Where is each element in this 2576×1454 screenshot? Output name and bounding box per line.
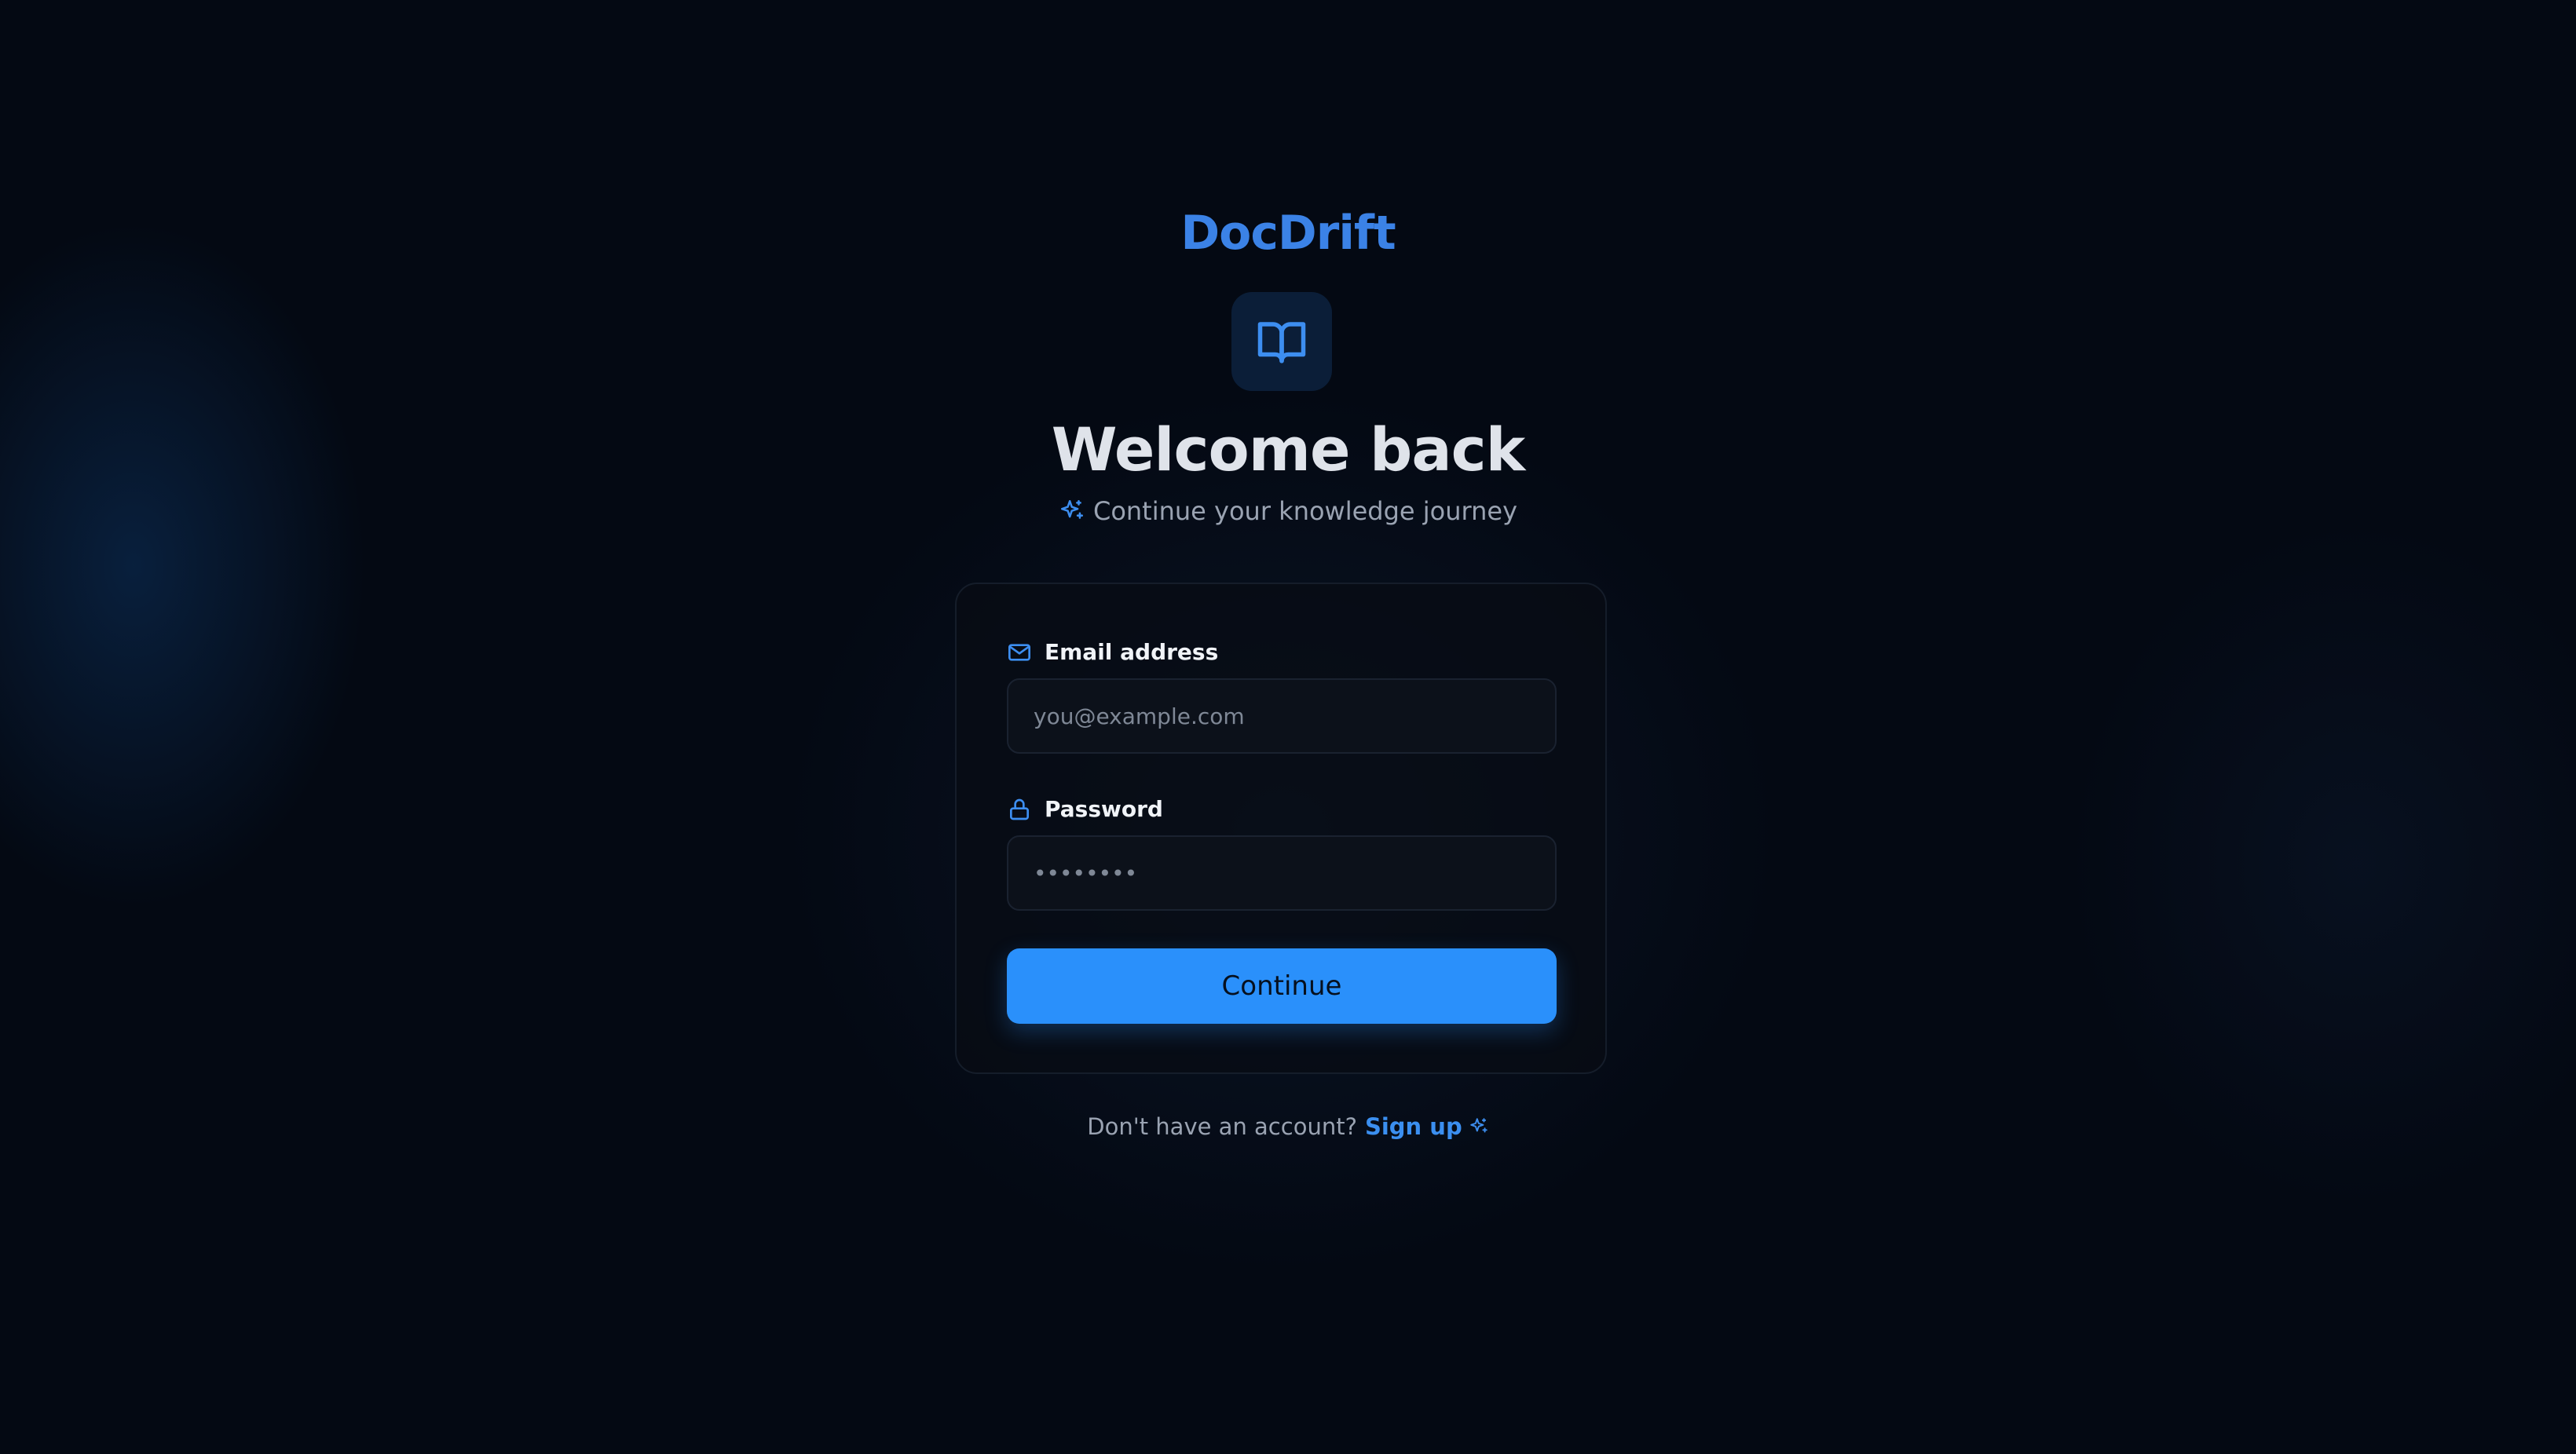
login-card: Email address Password Continue xyxy=(955,583,1607,1074)
signup-prompt-text: Don't have an account? xyxy=(1087,1113,1357,1140)
email-input[interactable] xyxy=(1007,678,1557,754)
email-label-text: Email address xyxy=(1045,639,1219,665)
brand-name: DocDrift xyxy=(1180,206,1396,261)
logo-tile xyxy=(1231,292,1332,391)
signup-link[interactable]: Sign up xyxy=(1365,1113,1489,1140)
password-label-text: Password xyxy=(1045,796,1163,822)
page-title: Welcome back xyxy=(1051,415,1525,484)
page-subtitle: Continue your knowledge journey xyxy=(0,496,2576,526)
password-input[interactable] xyxy=(1007,835,1557,911)
continue-button[interactable]: Continue xyxy=(1007,948,1557,1024)
sparkles-icon xyxy=(1469,1118,1487,1133)
sparkles-icon xyxy=(1060,499,1083,519)
login-page: DocDrift Welcome back Continue your know… xyxy=(0,0,2576,1454)
mail-icon xyxy=(1008,643,1030,661)
signup-prompt: Don't have an account? Sign up xyxy=(0,1113,2576,1140)
lock-icon xyxy=(1010,798,1029,820)
subtitle-text: Continue your knowledge journey xyxy=(1092,496,1518,526)
email-label: Email address xyxy=(1007,639,1218,665)
signup-link-text: Sign up xyxy=(1364,1113,1462,1140)
book-open-icon xyxy=(1257,322,1306,364)
password-label: Password xyxy=(1007,796,1163,822)
